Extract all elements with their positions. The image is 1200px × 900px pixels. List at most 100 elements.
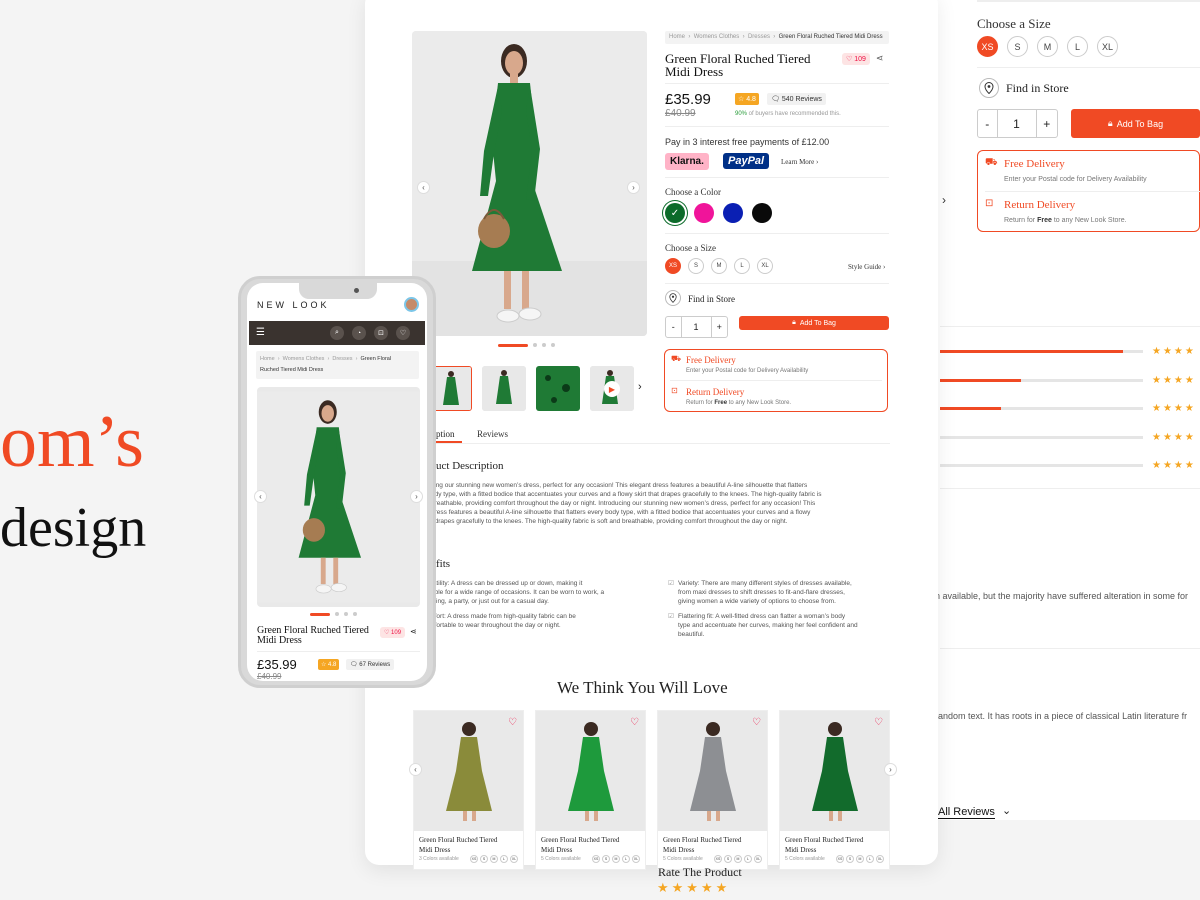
card-size-chip[interactable]: XS xyxy=(836,855,844,863)
product-card[interactable]: ♡ Green Floral Ruched Tiered Midi Dress 5 C… xyxy=(535,710,646,870)
return-delivery-title[interactable]: Return Delivery xyxy=(686,387,744,397)
avatar[interactable] xyxy=(404,297,419,312)
tab-reviews[interactable]: Reviews xyxy=(477,429,508,439)
reviews-count-badge[interactable]: 🗨︎ 540 Reviews xyxy=(767,93,826,105)
notification-icon[interactable]: ◔ xyxy=(352,326,366,340)
card-size-chip[interactable]: XL xyxy=(876,855,884,863)
back-size-xl[interactable]: XL xyxy=(1097,36,1118,57)
wishlist-heart-icon[interactable]: ♡ xyxy=(630,717,639,728)
breadcrumb-home[interactable]: Home xyxy=(260,356,275,362)
card-size-chip[interactable]: XL xyxy=(632,855,640,863)
bag-icon[interactable]: ⊡ xyxy=(374,326,388,340)
brand-logo[interactable]: NEW LOOK xyxy=(257,300,330,310)
card-size-chip[interactable]: XS xyxy=(714,855,722,863)
back-size-m[interactable]: M xyxy=(1037,36,1058,57)
back-size-l[interactable]: L xyxy=(1067,36,1088,57)
back-size-xs[interactable]: XS xyxy=(977,36,998,57)
card-size-chip[interactable]: S xyxy=(846,855,854,863)
wishlist-heart-icon[interactable]: ♡ xyxy=(874,717,883,728)
carousel-dot[interactable] xyxy=(344,612,348,616)
card-size-chip[interactable]: S xyxy=(602,855,610,863)
product-card[interactable]: ♡ Green Floral Ruched Tiered Midi Dress 3 C… xyxy=(413,710,524,870)
size-xl[interactable]: XL xyxy=(757,258,773,274)
qty-value[interactable]: 1 xyxy=(682,317,712,337)
klarna-logo[interactable]: Klarna. xyxy=(665,153,709,170)
free-delivery-title[interactable]: Free Delivery xyxy=(686,355,736,365)
recommend-prev-button[interactable]: ‹ xyxy=(409,763,422,776)
find-in-store-link[interactable]: Find in Store xyxy=(688,294,735,304)
product-card[interactable]: ♡ Green Floral Ruched Tiered Midi Dress 5 C… xyxy=(657,710,768,870)
card-size-chip[interactable]: M xyxy=(490,855,498,863)
back-size-s[interactable]: S xyxy=(1007,36,1028,57)
card-size-chip[interactable]: L xyxy=(866,855,874,863)
size-s[interactable]: S xyxy=(688,258,704,274)
back-find-in-store[interactable]: Find in Store xyxy=(1006,81,1069,96)
card-size-chip[interactable]: XS xyxy=(470,855,478,863)
phone-image-next[interactable]: › xyxy=(410,490,423,503)
breadcrumb-womens[interactable]: Womens Clothes xyxy=(283,356,325,362)
qty-minus-button[interactable]: - xyxy=(978,110,998,137)
card-size-chip[interactable]: S xyxy=(480,855,488,863)
learn-more-link[interactable]: Learn More › xyxy=(781,158,818,166)
phone-reviews-badge[interactable]: 🗨︎ 67 Reviews xyxy=(346,659,395,670)
carousel-dot[interactable] xyxy=(310,612,330,616)
wishlist-heart-icon[interactable]: ♡ xyxy=(752,717,761,728)
share-icon[interactable]: ⋖ xyxy=(410,627,417,636)
image-next-button[interactable]: › xyxy=(627,181,640,194)
tab-description[interactable]: ption xyxy=(436,429,455,439)
style-guide-link[interactable]: Style Guide › xyxy=(848,263,885,271)
play-icon[interactable]: ▶ xyxy=(604,381,620,397)
color-swatch[interactable]: ✓ xyxy=(665,203,685,223)
color-swatch[interactable] xyxy=(752,203,772,223)
carousel-dot[interactable] xyxy=(353,612,357,616)
search-icon[interactable]: ⌕ xyxy=(330,326,344,340)
card-size-chip[interactable]: S xyxy=(724,855,732,863)
color-swatch[interactable] xyxy=(723,203,743,223)
card-size-chip[interactable]: L xyxy=(500,855,508,863)
heart-icon[interactable]: ♡ xyxy=(396,326,410,340)
color-swatch[interactable] xyxy=(694,203,714,223)
product-card[interactable]: ♡ Green Floral Ruched Tiered Midi Dress 5 C… xyxy=(779,710,890,870)
qty-plus-button[interactable]: + xyxy=(1037,110,1057,137)
menu-icon[interactable]: ☰ xyxy=(256,327,265,338)
all-reviews-link[interactable]: All Reviews xyxy=(938,806,995,819)
breadcrumb-dresses[interactable]: Dresses xyxy=(332,356,352,362)
breadcrumb-womens[interactable]: Womens Clothes xyxy=(694,34,740,40)
card-size-chip[interactable]: M xyxy=(734,855,742,863)
qty-plus-button[interactable]: + xyxy=(712,317,727,337)
card-size-chip[interactable]: M xyxy=(856,855,864,863)
card-size-chip[interactable]: XS xyxy=(592,855,600,863)
card-size-chip[interactable]: L xyxy=(744,855,752,863)
back-free-delivery[interactable]: Free Delivery xyxy=(1004,158,1065,170)
image-prev-button[interactable]: ‹ xyxy=(417,181,430,194)
video-thumbnail[interactable]: ▶ xyxy=(590,366,634,411)
rate-stars[interactable]: ★★★★★ xyxy=(657,880,730,896)
back-return-delivery[interactable]: Return Delivery xyxy=(1004,199,1075,211)
breadcrumb-dresses[interactable]: Dresses xyxy=(748,34,770,40)
recommend-next-button[interactable]: › xyxy=(884,763,897,776)
card-size-chip[interactable]: XL xyxy=(754,855,762,863)
phone-wishlist-badge[interactable]: ♡ 109 xyxy=(380,627,406,638)
carousel-dot[interactable] xyxy=(533,343,537,347)
carousel-dot[interactable] xyxy=(498,343,528,347)
size-m[interactable]: M xyxy=(711,258,727,274)
thumbnail[interactable] xyxy=(536,366,580,411)
wishlist-count-badge[interactable]: ♡ 109 xyxy=(842,53,870,65)
phone-image-prev[interactable]: ‹ xyxy=(254,490,267,503)
paypal-logo[interactable]: PayPal xyxy=(723,153,770,169)
share-icon[interactable]: ⋖ xyxy=(876,53,884,64)
size-xs[interactable]: XS xyxy=(665,258,681,274)
back-add-to-bag-button[interactable]: 🔒︎ Add To Bag xyxy=(1071,109,1200,138)
breadcrumb-home[interactable]: Home xyxy=(669,34,685,40)
qty-minus-button[interactable]: - xyxy=(666,317,682,337)
carousel-dot[interactable] xyxy=(335,612,339,616)
card-size-chip[interactable]: L xyxy=(622,855,630,863)
add-to-bag-button[interactable]: 🔒︎ Add To Bag xyxy=(739,316,889,330)
thumbnail[interactable] xyxy=(482,366,526,411)
carousel-dot[interactable] xyxy=(542,343,546,347)
carousel-dot[interactable] xyxy=(551,343,555,347)
chevron-right-icon[interactable]: › xyxy=(942,193,946,207)
wishlist-heart-icon[interactable]: ♡ xyxy=(508,717,517,728)
size-l[interactable]: L xyxy=(734,258,750,274)
thumbnails-next-icon[interactable]: › xyxy=(638,381,642,393)
